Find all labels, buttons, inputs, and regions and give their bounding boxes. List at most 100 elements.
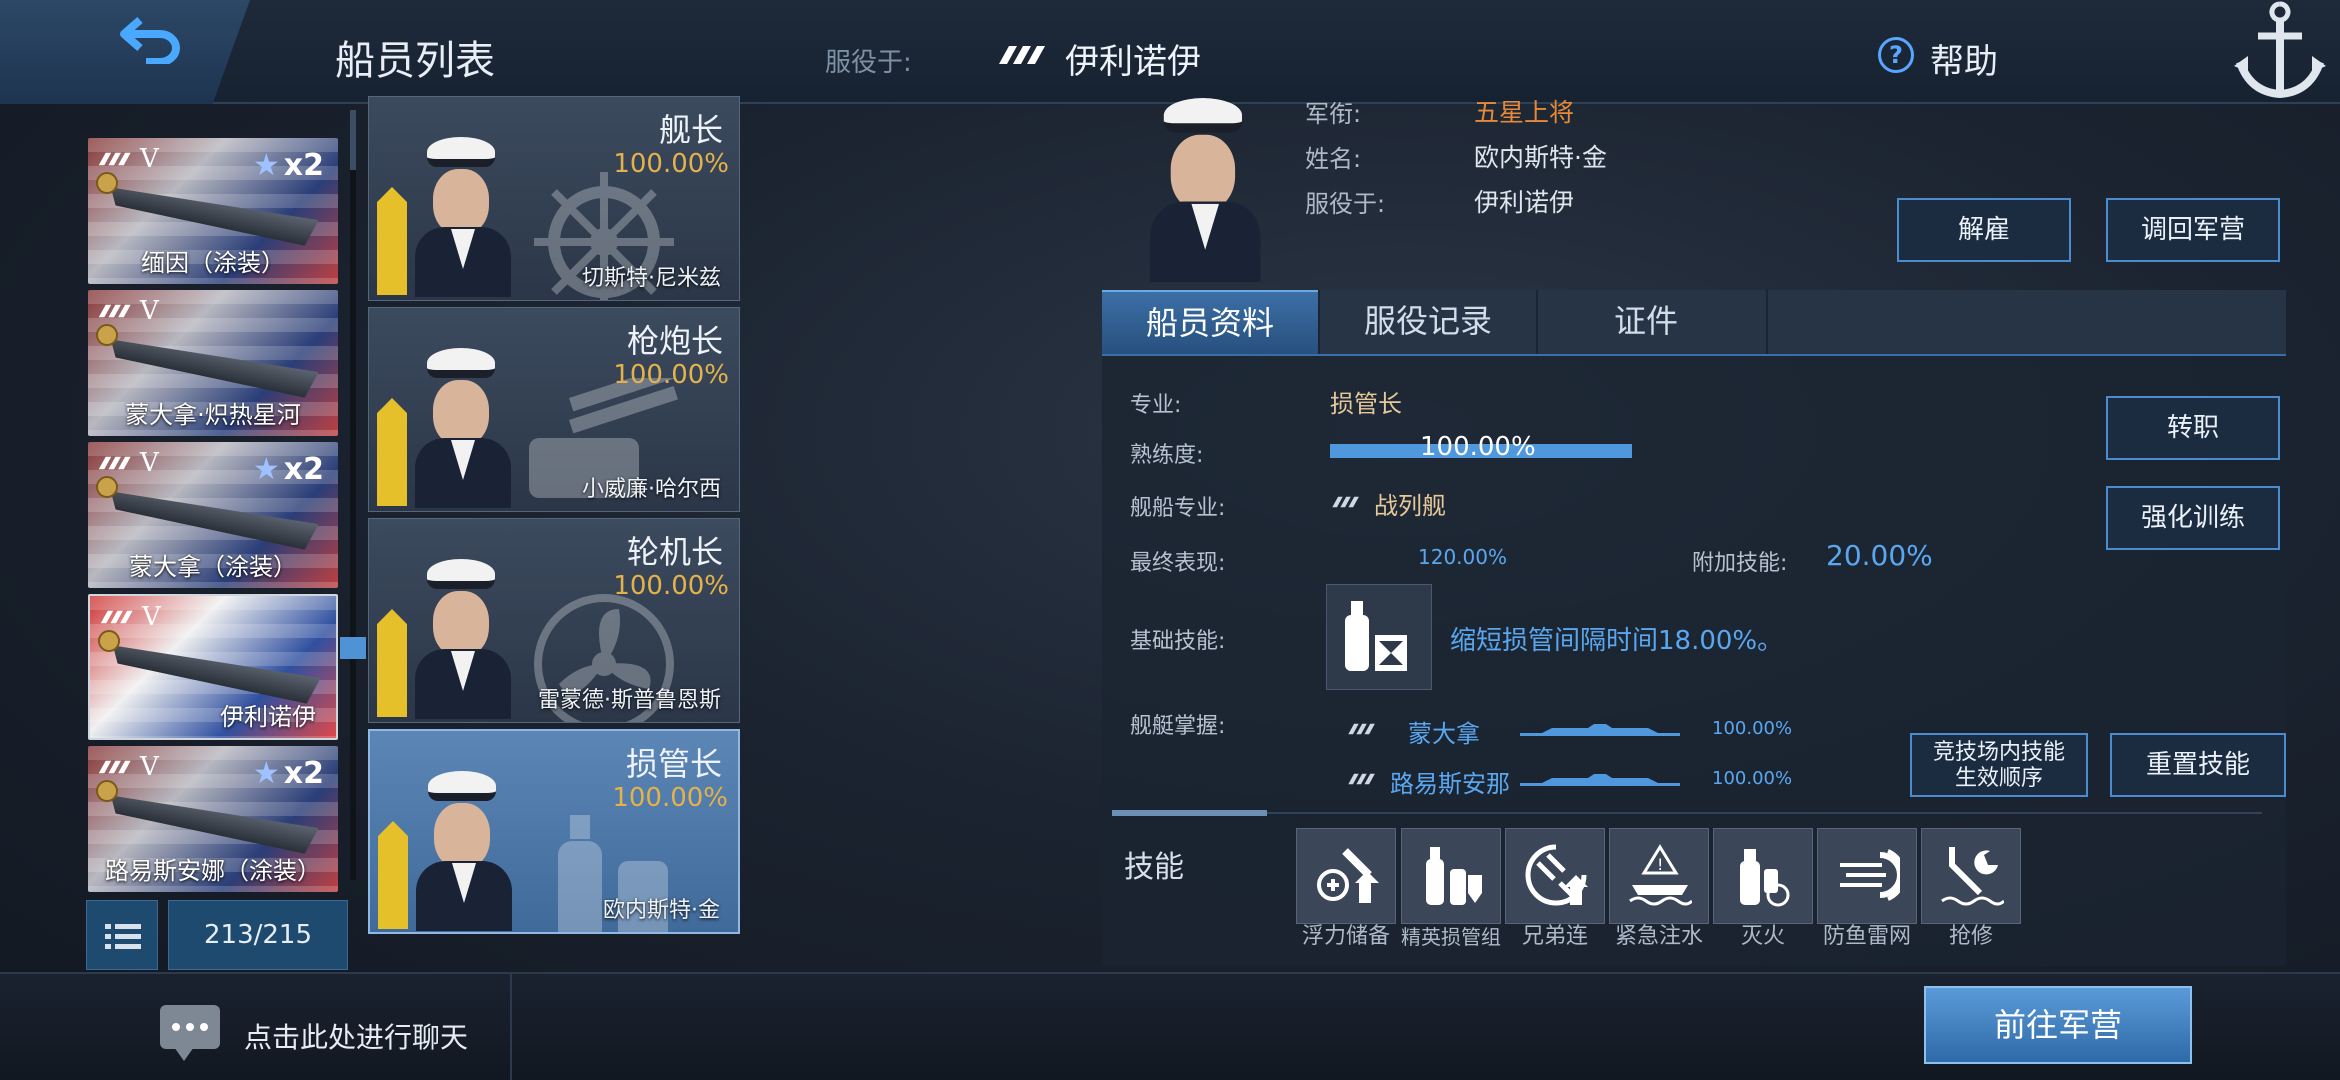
selected-crew-portrait — [1120, 92, 1280, 282]
skills-label: 技能 — [1124, 850, 1184, 885]
recall-to-barracks-button[interactable]: 调回军营 — [2106, 198, 2280, 262]
repair-icon — [1941, 847, 2004, 906]
battleship-class-icon — [1348, 723, 1375, 735]
skill-slot[interactable]: ! — [1609, 828, 1709, 924]
crew-proficiency: 100.00% — [613, 360, 729, 390]
damage-control-time-icon — [1345, 601, 1407, 671]
crew-portrait — [416, 771, 512, 931]
name-value: 欧内斯特·金 — [1474, 143, 1607, 172]
ship-tier: V — [142, 602, 161, 632]
chat-bubble-icon[interactable] — [160, 1005, 220, 1061]
tab-crew-info[interactable]: 船员资料 — [1102, 290, 1318, 354]
ship-card-selected[interactable]: V 伊利诺伊 — [88, 594, 338, 740]
skill-name: 抢修 — [1948, 924, 1993, 949]
ship-tier: V — [140, 448, 159, 478]
battleship-class-icon — [98, 304, 131, 318]
ship-specialty-value: 战列舰 — [1374, 492, 1446, 520]
crew-card-gunnery[interactable]: 枪炮长 100.00% 小威廉·哈尔西 — [368, 307, 740, 512]
ship-name: 蒙大拿·炽热星河 — [125, 401, 301, 429]
reset-skills-button[interactable]: 重置技能 — [2110, 733, 2286, 797]
crew-card-engineer[interactable]: 轮机长 100.00% 雷蒙德·斯普鲁恩斯 — [368, 518, 740, 723]
skill-slot[interactable] — [1401, 828, 1501, 924]
dismiss-button[interactable]: 解雇 — [1897, 198, 2071, 262]
skill-slot[interactable] — [1505, 828, 1605, 924]
rank-value: 五星上将 — [1474, 98, 1575, 127]
crew-badge-icon — [98, 630, 120, 652]
crew-badge-icon — [96, 780, 118, 802]
skill-name: 兄弟连 — [1521, 924, 1588, 949]
name-label: 姓名: — [1305, 145, 1362, 173]
serving-label: 服役于: — [825, 48, 912, 78]
mastery-value: 100.00% — [1712, 718, 1793, 739]
goto-barracks-button[interactable]: 前往军营 — [1924, 986, 2192, 1064]
proficiency-label: 熟练度: — [1130, 443, 1204, 468]
crew-badge-icon — [96, 172, 118, 194]
base-skill-icon-box[interactable] — [1326, 584, 1432, 690]
list-view-button[interactable] — [86, 900, 158, 970]
ship-tier: V — [140, 296, 159, 326]
serving-ship-label: 服役于: — [1305, 190, 1386, 218]
ship-name: 伊利诺伊 — [220, 703, 316, 731]
arena-skill-order-button[interactable]: 竞技场内技能 生效顺序 — [1910, 733, 2088, 797]
tab-documents[interactable]: 证件 — [1538, 290, 1754, 354]
crew-name: 雷蒙德·斯普鲁恩斯 — [538, 688, 721, 713]
ship-list[interactable]: V ★ x2 缅因（涂装） V 蒙大拿·炽热星河 V ★ x2 蒙大拿（涂装） V … — [70, 104, 360, 904]
help-button[interactable]: 帮助 — [1930, 34, 1998, 83]
mastery-ship-silhouette — [1520, 720, 1680, 738]
serving-ship-value: 伊利诺伊 — [1474, 188, 1575, 217]
brotherhood-icon — [1525, 844, 1588, 906]
chat-prompt[interactable]: 点击此处进行聊天 — [244, 1016, 468, 1056]
skill-name: 灭火 — [1740, 924, 1785, 949]
ship-card[interactable]: V ★ x2 路易斯安娜（涂装） — [88, 746, 338, 892]
rank-insignia — [378, 821, 408, 929]
specialty-label: 专业: — [1130, 393, 1182, 418]
intensive-training-button[interactable]: 强化训练 — [2106, 486, 2280, 550]
crew-proficiency: 100.00% — [613, 149, 729, 179]
ship-list-scroll-thumb[interactable] — [350, 110, 356, 170]
anchor-icon[interactable] — [2230, 0, 2330, 104]
skill-name: 浮力储备 — [1301, 924, 1390, 949]
crew-card-damage-control[interactable]: 损管长 100.00% 欧内斯特·金 — [368, 729, 740, 934]
final-performance-value: 120.00% — [1418, 545, 1507, 569]
rank-insignia — [377, 187, 407, 295]
star-icon: ★ — [252, 148, 280, 183]
help-icon[interactable]: ? — [1878, 37, 1914, 73]
back-button[interactable] — [0, 0, 250, 104]
skills-divider — [1112, 812, 2262, 814]
ship-card[interactable]: V ★ x2 缅因（涂装） — [88, 138, 338, 284]
exp-multiplier: ★ x2 — [252, 756, 324, 791]
skill-slot[interactable] — [1817, 828, 1917, 924]
crew-role: 枪炮长 — [626, 322, 723, 360]
skill-slot[interactable] — [1296, 828, 1396, 924]
mastery-ship-silhouette — [1520, 770, 1680, 788]
list-icon — [105, 924, 141, 949]
ship-card[interactable]: V ★ x2 蒙大拿（涂装） — [88, 442, 338, 588]
skill-name: 紧急注水 — [1614, 924, 1703, 949]
battleship-class-icon — [98, 152, 131, 166]
ship-mastery-label: 舰艇掌握: — [1130, 714, 1226, 739]
star-icon: ★ — [252, 452, 280, 487]
back-arrow-icon — [120, 16, 180, 64]
ship-tier: V — [140, 752, 159, 782]
crew-name: 小威廉·哈尔西 — [582, 477, 721, 502]
ship-list-scrollbar[interactable] — [350, 110, 356, 880]
emergency-flooding-icon: ! — [1629, 844, 1692, 906]
skill-slot[interactable] — [1713, 828, 1813, 924]
extra-skill-value: 20.00% — [1826, 539, 1933, 572]
rank-label: 军衔: — [1305, 100, 1362, 128]
crew-card-captain[interactable]: 舰长 100.00% 切斯特·尼米兹 — [368, 96, 740, 301]
skill-slot[interactable] — [1921, 828, 2021, 924]
crew-name: 欧内斯特·金 — [603, 898, 720, 923]
ship-card[interactable]: V 蒙大拿·炽热星河 — [88, 290, 338, 436]
transfer-button[interactable]: 转职 — [2106, 396, 2280, 460]
torpedo-net-icon — [1840, 849, 1900, 901]
base-skill-label: 基础技能: — [1130, 629, 1226, 654]
crew-badge-icon — [96, 476, 118, 498]
crew-badge-icon — [96, 324, 118, 346]
exp-multiplier: ★ x2 — [252, 452, 324, 487]
extra-skill-label: 附加技能: — [1692, 551, 1788, 576]
crew-portrait — [415, 559, 511, 719]
battleship-class-icon — [1348, 773, 1375, 785]
page-title: 船员列表 — [335, 38, 495, 84]
tab-service-record[interactable]: 服役记录 — [1320, 290, 1536, 354]
